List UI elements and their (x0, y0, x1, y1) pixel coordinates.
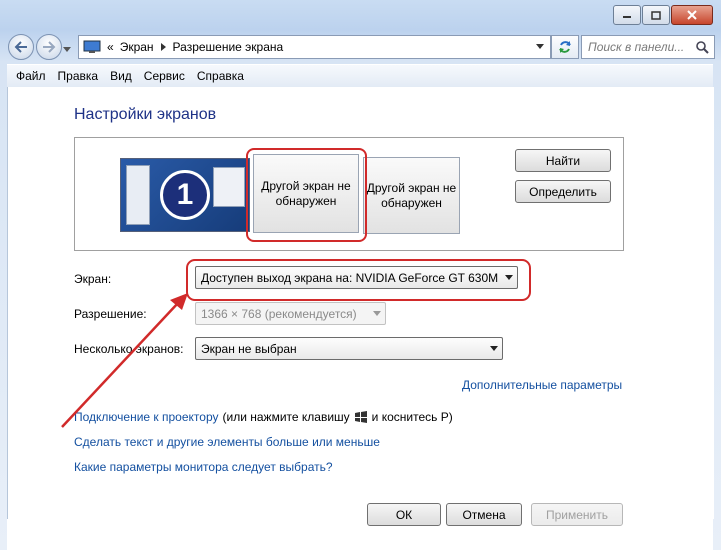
close-button[interactable] (671, 5, 713, 25)
address-prefix[interactable]: « (107, 40, 114, 54)
resolution-select-value[interactable]: 1366 × 768 (рекомендуется) (201, 307, 369, 321)
chevron-down-icon (63, 47, 71, 52)
monitor-number-badge: 1 (160, 170, 210, 220)
back-arrow-icon (14, 41, 27, 53)
maximize-icon (651, 10, 661, 20)
resolution-select[interactable]: 1366 × 768 (рекомендуется) (195, 302, 386, 325)
chevron-down-icon (490, 346, 498, 351)
ok-button[interactable]: ОК (367, 503, 441, 526)
identify-button[interactable]: Определить (515, 180, 611, 203)
highlight-monitor-2 (246, 148, 367, 242)
caption-buttons (612, 5, 713, 25)
monitor-3-not-detected[interactable]: Другой экран не обнаружен (363, 157, 460, 234)
menu-edit[interactable]: Правка (58, 69, 99, 83)
search-icon[interactable] (695, 40, 709, 54)
refresh-button[interactable] (551, 35, 579, 59)
monitor-1[interactable]: 1 (120, 158, 250, 232)
refresh-icon (559, 41, 571, 53)
address-dropdown-icon[interactable] (536, 44, 544, 50)
window-thumbnail-icon (126, 165, 150, 225)
window: « Экран Разрешение экрана Поиск в панели… (0, 0, 721, 550)
minimize-icon (623, 16, 631, 18)
close-icon (687, 10, 697, 20)
text-size-link[interactable]: Сделать текст и другие элементы больше и… (74, 435, 380, 449)
address-bar[interactable]: « Экран Разрешение экрана (78, 35, 551, 59)
multiple-displays-label: Несколько экранов: (74, 342, 184, 356)
forward-button[interactable] (36, 34, 62, 60)
which-settings-link[interactable]: Какие параметры монитора следует выбрать… (74, 460, 333, 474)
menu-bar: Файл Правка Вид Сервис Справка (7, 64, 713, 88)
find-button[interactable]: Найти (515, 149, 611, 172)
recent-pages-button[interactable] (63, 42, 71, 56)
resolution-label: Разрешение: (74, 307, 147, 321)
display-label: Экран: (74, 272, 112, 286)
cancel-button[interactable]: Отмена (446, 503, 522, 526)
forward-arrow-icon (43, 41, 56, 53)
menu-view[interactable]: Вид (110, 69, 132, 83)
windows-key-icon (354, 411, 367, 423)
projector-hint-text: (или нажмите клавишу (222, 410, 350, 424)
breadcrumb-separator-icon[interactable] (160, 43, 168, 51)
multiple-displays-select-value[interactable]: Экран не выбран (201, 342, 486, 356)
projector-line: Подключение к проектору (или нажмите кла… (74, 410, 453, 424)
connect-projector-link[interactable]: Подключение к проектору (74, 410, 219, 424)
menu-help[interactable]: Справка (197, 69, 244, 83)
search-placeholder[interactable]: Поиск в панели... (588, 40, 684, 54)
monitor-icon (83, 40, 101, 53)
back-button[interactable] (8, 34, 34, 60)
window-thumbnail-icon-2 (213, 167, 245, 207)
chevron-down-icon (373, 311, 381, 316)
apply-button[interactable]: Применить (531, 503, 623, 526)
minimize-button[interactable] (613, 5, 641, 25)
page-title: Настройки экранов (74, 106, 217, 123)
breadcrumb-screen-resolution[interactable]: Разрешение экрана (173, 40, 284, 54)
advanced-settings-link[interactable]: Дополнительные параметры (462, 378, 622, 392)
search-box[interactable]: Поиск в панели... (581, 35, 715, 59)
breadcrumb-display[interactable]: Экран (120, 40, 154, 54)
projector-hint-text-2: и коснитесь P) (371, 410, 453, 424)
menu-tools[interactable]: Сервис (144, 69, 185, 83)
maximize-button[interactable] (642, 5, 670, 25)
multiple-displays-select[interactable]: Экран не выбран (195, 337, 503, 360)
menu-file[interactable]: Файл (16, 69, 46, 83)
highlight-display-select (186, 259, 531, 301)
